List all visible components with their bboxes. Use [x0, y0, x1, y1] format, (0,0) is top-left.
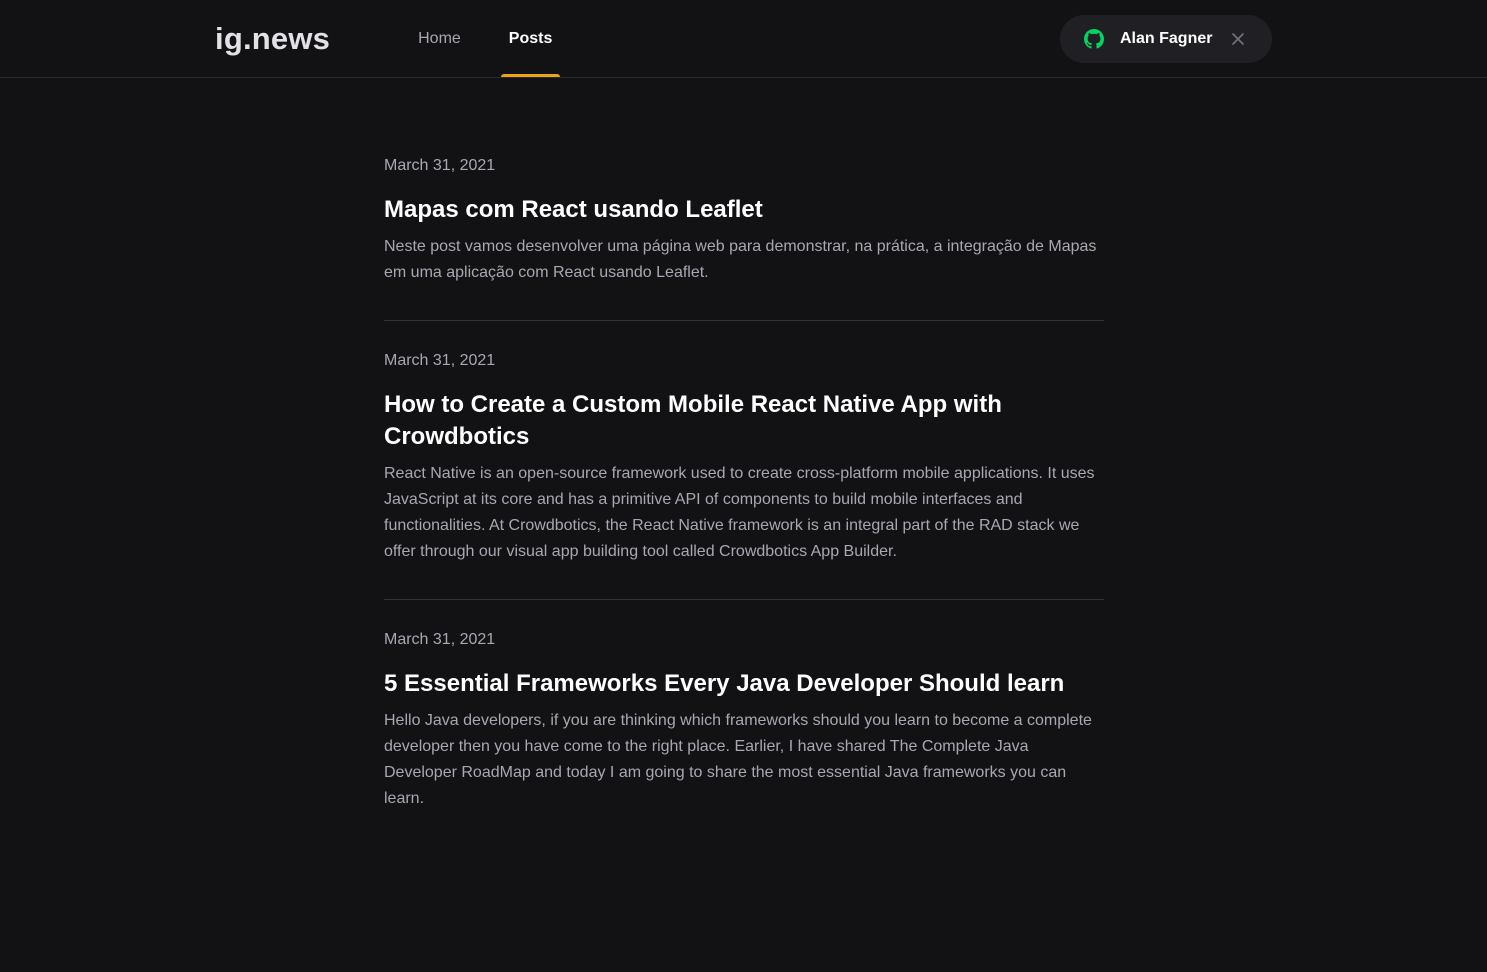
- post-date: March 31, 2021: [384, 352, 496, 369]
- post-title: Mapas com React usando Leaflet: [384, 196, 763, 223]
- logo[interactable]: ig.news: [215, 21, 330, 57]
- post-item[interactable]: March 31, 2021 5 Essential Frameworks Ev…: [384, 630, 1104, 846]
- github-icon: [1084, 28, 1104, 49]
- nav-home-link[interactable]: Home: [410, 0, 469, 77]
- post-excerpt: Hello Java developers, if you are thinki…: [384, 712, 1092, 807]
- post-item[interactable]: March 31, 2021 How to Create a Custom Mo…: [384, 351, 1104, 600]
- post-title: How to Create a Custom Mobile React Nati…: [384, 391, 1002, 450]
- posts-list: March 31, 2021 Mapas com React usando Le…: [384, 78, 1104, 876]
- close-icon[interactable]: [1230, 31, 1246, 47]
- post-excerpt: React Native is an open-source framework…: [384, 465, 1095, 560]
- nav-posts-link[interactable]: Posts: [500, 0, 561, 77]
- site-header: ig.news Home Posts Alan Fagner: [0, 0, 1487, 78]
- logo-suffix: .news: [242, 20, 331, 56]
- post-title: 5 Essential Frameworks Every Java Develo…: [384, 670, 1065, 697]
- post-item[interactable]: March 31, 2021 Mapas com React usando Le…: [384, 156, 1104, 321]
- post-excerpt: Neste post vamos desenvolver uma página …: [384, 238, 1097, 281]
- post-date: March 31, 2021: [384, 631, 496, 648]
- header-content: ig.news Home Posts Alan Fagner: [215, 0, 1272, 77]
- user-name: Alan Fagner: [1120, 29, 1213, 47]
- github-signin-button[interactable]: Alan Fagner: [1060, 14, 1272, 63]
- main-nav: Home Posts: [410, 0, 592, 77]
- post-date: March 31, 2021: [384, 157, 496, 174]
- logo-main: ig: [215, 20, 243, 56]
